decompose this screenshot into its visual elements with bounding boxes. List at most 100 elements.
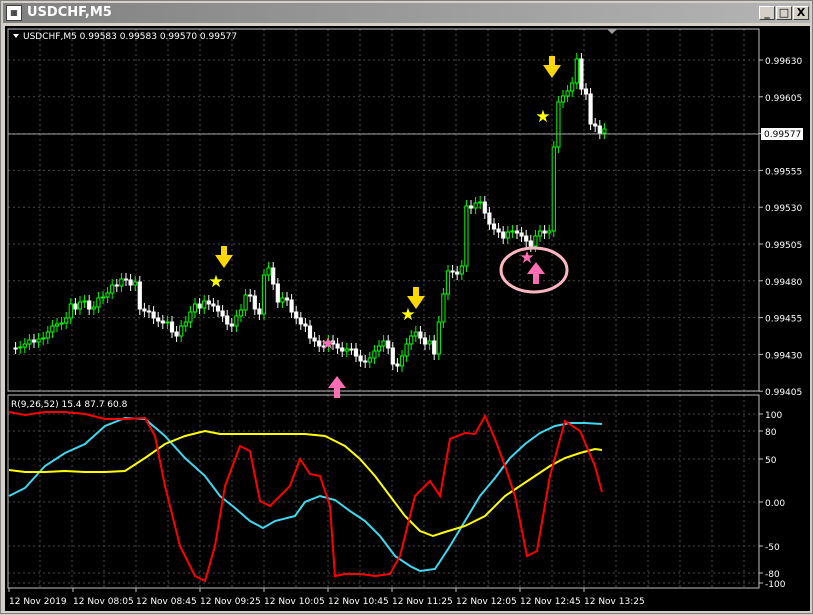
chart-shift-icon[interactable] xyxy=(607,29,617,34)
candle-body xyxy=(36,338,41,343)
candle-body xyxy=(133,281,138,286)
candle-body xyxy=(284,297,290,301)
candle-body xyxy=(390,347,395,365)
candle-body xyxy=(105,292,110,298)
indicator-slow-line xyxy=(8,429,603,538)
candle-body xyxy=(91,306,96,310)
candle-body xyxy=(192,303,198,313)
candle-body xyxy=(514,230,520,234)
indicator-tick-label: 0.00 xyxy=(765,499,785,509)
time-tick-label: 12 Nov 08:45 xyxy=(136,597,197,607)
candle-body xyxy=(593,123,598,127)
candle-body xyxy=(174,331,179,337)
candle-body xyxy=(496,228,501,233)
candle-body xyxy=(376,345,382,352)
candle-body xyxy=(399,355,405,367)
candle-body xyxy=(487,212,492,225)
window-titlebar[interactable]: ▦ USDCHF,M5 _ □ X xyxy=(3,3,810,23)
candle-body xyxy=(211,303,216,307)
candle-body xyxy=(248,294,253,297)
candle-body xyxy=(551,146,556,232)
candle-body xyxy=(73,303,78,310)
minimize-button[interactable]: _ xyxy=(759,6,775,20)
candle-body xyxy=(77,301,83,310)
candle-body xyxy=(427,340,432,345)
candle-body xyxy=(418,331,423,339)
candle-body xyxy=(215,305,221,312)
candle-body xyxy=(363,360,368,363)
candle-body xyxy=(344,348,349,352)
candle-body xyxy=(294,311,299,319)
indicator-fast-line xyxy=(8,411,603,583)
time-tick-label: 12 Nov 12:45 xyxy=(520,597,581,607)
indicator-pane-header: R(9,26,52) 15.4 87.7 60.8 xyxy=(11,400,128,410)
candle-body xyxy=(179,325,184,337)
candle-body xyxy=(413,331,418,337)
chart-area[interactable]: ★ ★ ★ ★ ★ USDCHF,M5 0.99583 0.99583 0.99… xyxy=(5,26,810,611)
time-tick-label: 12 Nov 10:05 xyxy=(264,597,325,607)
candle-body xyxy=(68,303,73,319)
candle-body xyxy=(123,278,129,281)
candle-body xyxy=(372,350,377,359)
candle-body xyxy=(137,281,142,310)
candle-body xyxy=(432,340,437,355)
candle-body xyxy=(395,363,400,367)
candle-body xyxy=(583,88,589,95)
sell-arrow-icon xyxy=(543,56,561,78)
candle-body xyxy=(197,303,202,309)
candle-body xyxy=(602,128,607,134)
candle-body xyxy=(169,321,175,333)
candle-body xyxy=(353,348,359,357)
sell-star-icon: ★ xyxy=(208,272,223,292)
candle-body xyxy=(220,310,225,317)
sell-star-icon: ★ xyxy=(400,305,415,325)
indicator-axis[interactable]: 100 80 50 0.00 -50 -80-100 xyxy=(759,411,786,590)
time-tick-label: 12 Nov 13:25 xyxy=(584,597,645,607)
time-tick-label: 12 Nov 09:25 xyxy=(200,597,261,607)
candle-body xyxy=(45,331,50,339)
candle-body xyxy=(96,297,101,308)
candle-body xyxy=(165,321,170,324)
maximize-button[interactable]: □ xyxy=(776,6,792,20)
candle-body xyxy=(501,231,506,239)
price-axis[interactable]: 0.996300.996050.995800.995550.995300.995… xyxy=(759,57,802,398)
candle-body xyxy=(588,93,593,125)
candle-body xyxy=(312,337,317,342)
chart-canvas[interactable]: ★ ★ ★ ★ ★ USDCHF,M5 0.99583 0.99583 0.99… xyxy=(5,26,810,611)
buy-star-icon: ★ xyxy=(320,334,335,354)
candle-body xyxy=(542,230,547,234)
candle-body xyxy=(464,205,469,267)
time-tick-label: 12 Nov 08:05 xyxy=(73,597,134,607)
candle-body xyxy=(358,355,363,362)
candle-body xyxy=(524,235,529,242)
candle-body xyxy=(597,125,602,134)
candle-body xyxy=(59,322,64,325)
time-tick-label: 12 Nov 11:25 xyxy=(392,597,453,607)
candle-body xyxy=(468,205,474,209)
candle-body xyxy=(275,283,280,303)
candle-body xyxy=(482,201,487,214)
candle-body xyxy=(119,278,124,287)
candle-body xyxy=(31,339,37,343)
time-tick-label: 12 Nov 12:05 xyxy=(456,597,517,607)
candle-body xyxy=(183,321,188,327)
price-tick-label: 0.99430 xyxy=(765,351,802,361)
chart-window-icon: ▦ xyxy=(6,5,22,21)
candle-body xyxy=(54,323,60,327)
close-button[interactable]: X xyxy=(793,6,809,20)
indicator-grid xyxy=(7,395,759,588)
candle-body xyxy=(381,340,386,347)
price-tick-label: 0.99480 xyxy=(765,278,802,288)
candle-body xyxy=(252,295,257,310)
candle-body xyxy=(556,101,561,148)
candle-body xyxy=(266,267,271,276)
candle-body xyxy=(146,310,152,313)
candle-body xyxy=(491,223,497,230)
candle-body xyxy=(565,90,570,97)
candle-body xyxy=(41,337,46,340)
time-axis[interactable]: 12 Nov 2019 12 Nov 08:05 12 Nov 08:45 12 No… xyxy=(8,588,645,607)
candle-body xyxy=(156,317,161,322)
chart-menu-icon[interactable] xyxy=(13,34,19,38)
candle-body xyxy=(18,346,23,349)
candle-body xyxy=(445,270,451,295)
